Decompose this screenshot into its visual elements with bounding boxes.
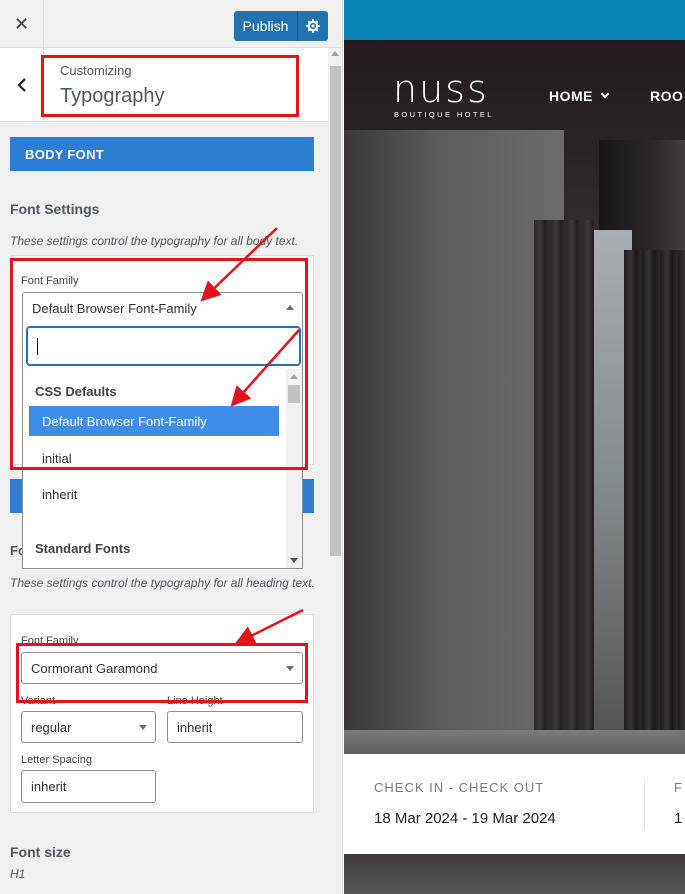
annotation-arrow-heading-font — [234, 608, 304, 645]
preview-top-bar — [344, 0, 685, 40]
hero-image — [344, 40, 685, 760]
hero-curtain-right — [624, 250, 685, 750]
hero-wall — [344, 130, 564, 760]
check-in-label: CHECK IN - CHECK OUT — [374, 780, 545, 795]
annotation-arrow-option — [230, 329, 300, 407]
booking-bar: CHECK IN - CHECK OUT 18 Mar 2024 - 19 Ma… — [344, 754, 685, 854]
site-tagline: BOUTIQUE HOTEL — [394, 110, 494, 119]
room-image-strip — [344, 854, 685, 894]
nav-item-rooms[interactable]: ROO — [650, 88, 683, 104]
site-logo[interactable]: nuss — [393, 67, 489, 111]
customizer-panel: ✕ Publish Customizing Typography BODY FO… — [0, 0, 343, 894]
hero-curtain-left — [534, 220, 594, 740]
booking-divider — [644, 778, 645, 828]
annotation-arrow-font-family — [200, 227, 278, 302]
annotation-arrows — [200, 227, 304, 645]
nav-item-home[interactable]: HOME — [549, 88, 593, 104]
site-preview: nuss BOUTIQUE HOTEL HOME ROO CHECK IN - … — [344, 0, 685, 894]
booking-next-label: F — [674, 780, 682, 795]
booking-next-value[interactable]: 1 — [674, 810, 682, 827]
check-in-dates[interactable]: 18 Mar 2024 - 19 Mar 2024 — [374, 810, 556, 827]
